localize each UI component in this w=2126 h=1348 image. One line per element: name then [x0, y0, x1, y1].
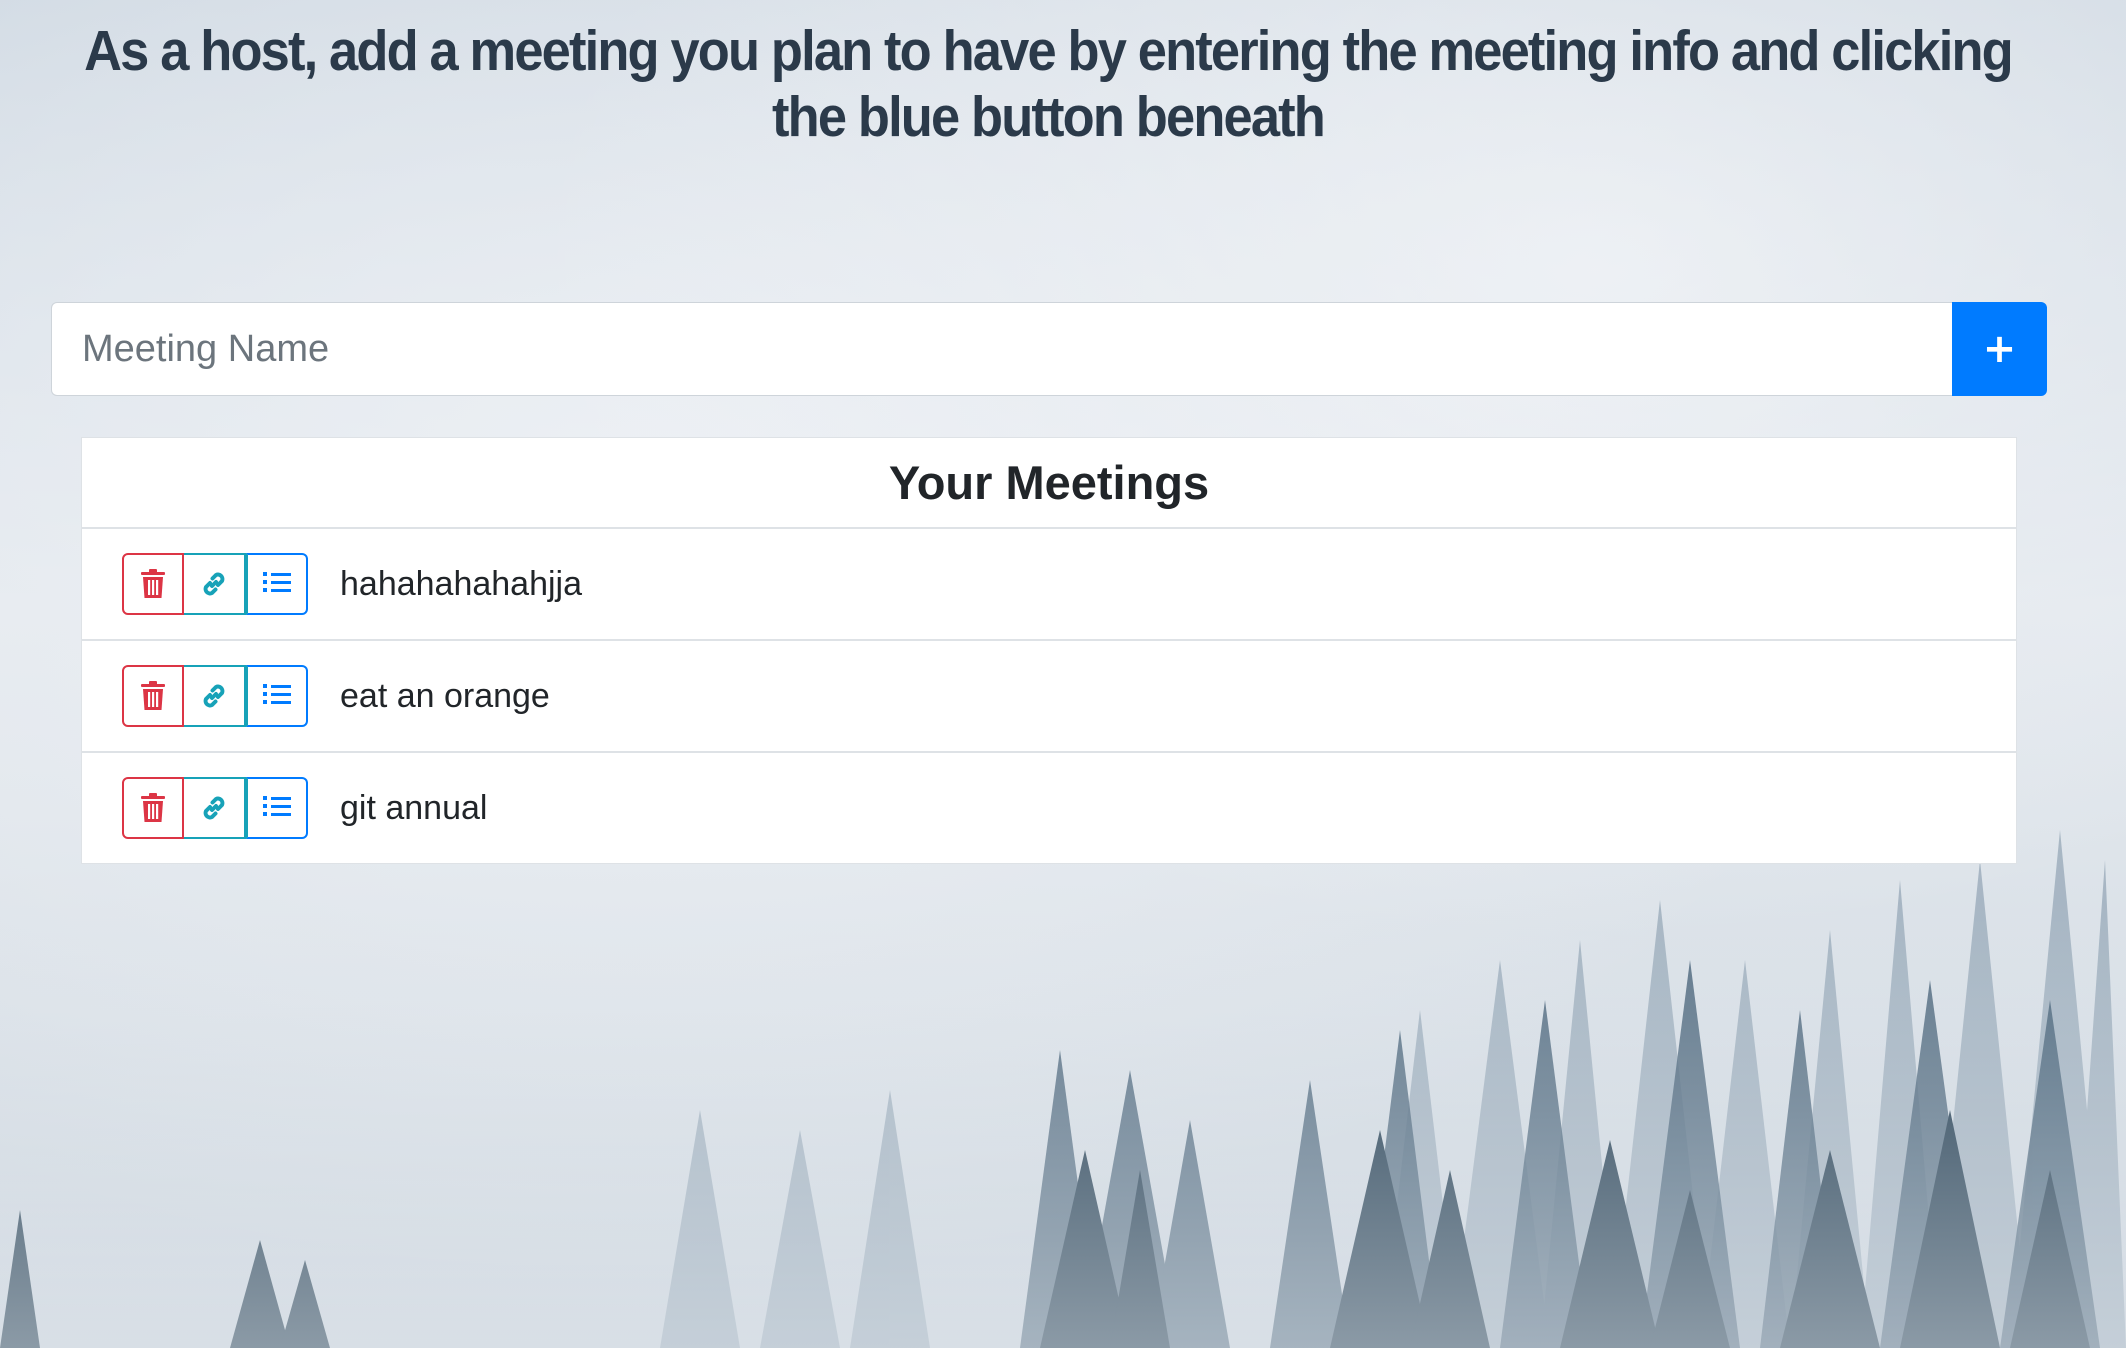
meeting-row: eat an orange [82, 641, 2016, 753]
delete-meeting-button[interactable] [122, 665, 184, 727]
trash-icon [141, 681, 165, 710]
trash-icon [141, 569, 165, 598]
delete-meeting-button[interactable] [122, 777, 184, 839]
copy-link-button[interactable] [184, 777, 246, 839]
trash-icon [141, 793, 165, 822]
list-icon [263, 684, 291, 704]
list-icon [263, 572, 291, 592]
meetings-title: Your Meetings [82, 438, 2016, 529]
meeting-row: git annual [82, 753, 2016, 863]
delete-meeting-button[interactable] [122, 553, 184, 615]
meeting-agenda-button[interactable] [246, 777, 308, 839]
meeting-agenda-button[interactable] [246, 553, 308, 615]
meeting-actions [122, 553, 308, 615]
meeting-name-input[interactable] [51, 302, 1952, 396]
link-icon [203, 684, 225, 708]
meeting-name: eat an orange [340, 676, 550, 715]
link-icon [203, 572, 225, 596]
meetings-list: Your Meetings hahahahahahjja eat an oran… [81, 437, 2017, 864]
page-headline: As a host, add a meeting you plan to hav… [84, 19, 2014, 149]
meeting-actions [122, 665, 308, 727]
meeting-name: hahahahahahjja [340, 564, 583, 603]
copy-link-button[interactable] [184, 665, 246, 727]
add-meeting-form: + [51, 302, 2047, 396]
meeting-name: git annual [340, 788, 488, 827]
meeting-agenda-button[interactable] [246, 665, 308, 727]
plus-icon: + [1982, 326, 2017, 372]
copy-link-button[interactable] [184, 553, 246, 615]
meeting-actions [122, 777, 308, 839]
list-icon [263, 796, 291, 816]
add-meeting-button[interactable]: + [1952, 302, 2047, 396]
link-icon [203, 796, 225, 820]
meeting-row: hahahahahahjja [82, 529, 2016, 641]
